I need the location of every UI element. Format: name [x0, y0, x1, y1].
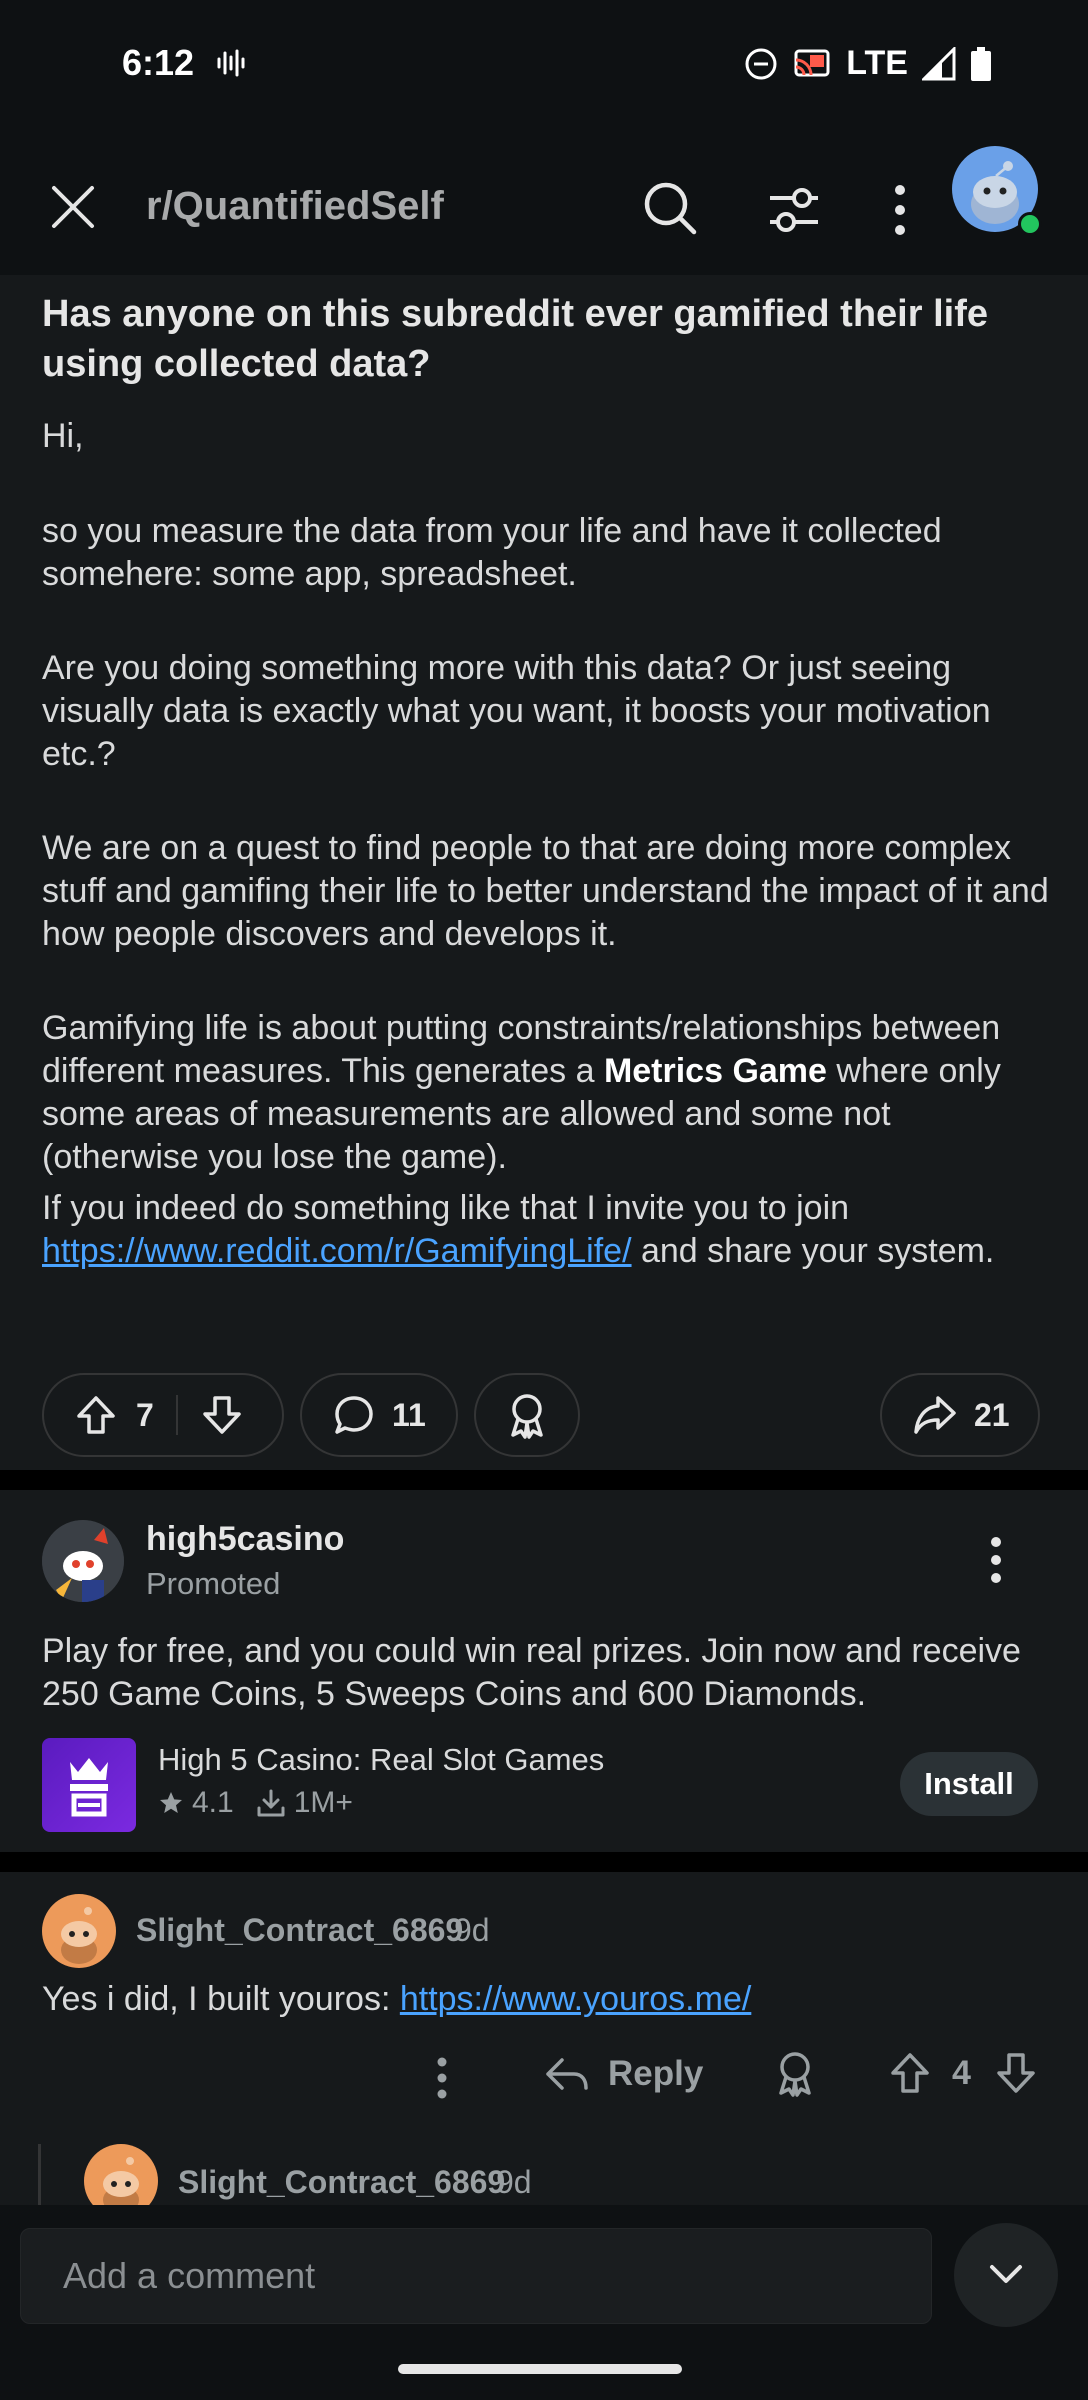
network-type: LTE: [846, 44, 908, 82]
section-divider: [0, 1852, 1088, 1872]
award-icon[interactable]: [772, 2048, 818, 2098]
promoted-post: high5casino Promoted Play for free, and …: [0, 1490, 1088, 1852]
jump-to-next-button[interactable]: [954, 2223, 1058, 2327]
app-meta: 4.1 1M+: [158, 1786, 353, 1820]
chevron-down-icon: [990, 2265, 1022, 2283]
comment-vote-count: 4: [952, 2054, 971, 2092]
post-title: Has anyone on this subreddit ever gamifi…: [42, 293, 988, 385]
comment-age: 9d: [496, 2164, 532, 2200]
bold-text: Metrics Game: [603, 1052, 827, 1090]
close-icon[interactable]: [48, 182, 98, 232]
more-options-icon[interactable]: [880, 180, 920, 240]
subreddit-name[interactable]: r/QuantifiedSelf: [146, 184, 444, 229]
search-icon[interactable]: [640, 178, 700, 238]
share-count: 21: [974, 1396, 1010, 1433]
comment-count: 11: [392, 1396, 426, 1433]
more-options-icon[interactable]: [978, 1532, 1014, 1588]
comment-icon: [335, 1396, 373, 1434]
promoted-label: Promoted: [146, 1566, 281, 1601]
downvote-icon[interactable]: [200, 1393, 244, 1437]
app-rating: 4.1: [192, 1786, 234, 1819]
audio-wave-icon: [217, 49, 245, 77]
filter-sort-icon[interactable]: [764, 180, 824, 240]
upvote-icon[interactable]: [74, 1393, 118, 1437]
cast-icon: [794, 49, 830, 76]
post-paragraph: Gamifying life is about putting constrai…: [42, 1009, 1001, 1176]
comments-button[interactable]: 11: [300, 1373, 458, 1457]
casino-app-icon: [70, 1758, 108, 1817]
install-button[interactable]: Install: [900, 1752, 1038, 1816]
comment-username[interactable]: Slight_Contract_6869: [136, 1912, 463, 1949]
share-button[interactable]: 21: [880, 1373, 1040, 1457]
app-downloads: 1M+: [293, 1786, 353, 1819]
snoo-avatar-icon: [61, 1907, 97, 1964]
more-options-icon[interactable]: [424, 2050, 460, 2106]
add-comment-input[interactable]: Add a comment: [20, 2228, 932, 2324]
comment-username[interactable]: Slight_Contract_6869: [178, 2164, 505, 2201]
post-paragraph: If you indeed do something like that I i…: [42, 1189, 995, 1270]
reply-label: Reply: [608, 2054, 704, 2093]
status-time: 6:12: [122, 42, 195, 83]
section-divider: [0, 1470, 1088, 1490]
top-app-bar: r/QuantifiedSelf: [0, 140, 1088, 275]
vote-divider: [175, 1395, 178, 1435]
reply-button[interactable]: Reply: [544, 2052, 703, 2096]
comment-body: Yes i did, I built youros: https://www.y…: [42, 1980, 752, 2018]
post-paragraph: Are you doing something more with this d…: [42, 649, 991, 773]
commenter-avatar[interactable]: [42, 1894, 116, 1968]
vote-count: 7: [136, 1396, 154, 1433]
advertiser-avatar[interactable]: [42, 1520, 124, 1602]
status-bar: 6:12 LTE: [0, 0, 1088, 140]
snoo-avatar-icon: [42, 1520, 124, 1602]
download-icon: [257, 1789, 285, 1817]
add-comment-placeholder: Add a comment: [63, 2255, 316, 2296]
do-not-disturb-icon: [745, 48, 777, 79]
post-paragraph: We are on a quest to find people to that…: [42, 829, 1049, 953]
star-icon: [160, 1792, 182, 1813]
post-paragraph: so you measure the data from your life a…: [42, 512, 942, 593]
ad-text: Play for free, and you could win real pr…: [42, 1632, 1021, 1713]
share-icon: [914, 1396, 956, 1434]
app-icon[interactable]: [42, 1738, 136, 1832]
downvote-icon[interactable]: [994, 2050, 1038, 2096]
award-icon: [511, 1394, 543, 1439]
post-link[interactable]: https://www.reddit.com/r/GamifyingLife/: [42, 1232, 632, 1270]
reply-icon: [546, 2058, 588, 2090]
online-status-dot: [1018, 212, 1042, 236]
post-paragraph: Hi,: [42, 417, 84, 455]
signal-icon: [922, 46, 956, 80]
battery-icon: [971, 46, 991, 81]
post-card: Has anyone on this subreddit ever gamifi…: [0, 275, 1088, 1470]
upvote-icon[interactable]: [888, 2050, 932, 2096]
advertiser-name[interactable]: high5casino: [146, 1520, 344, 1559]
comment-link[interactable]: https://www.youros.me/: [400, 1980, 751, 2018]
gesture-home-bar[interactable]: [398, 2364, 682, 2374]
award-button[interactable]: [474, 1373, 580, 1457]
comment-age: 9d: [454, 1912, 490, 1948]
vote-pill: 7: [42, 1373, 284, 1457]
comments-section: Slight_Contract_6869 9d Yes i did, I bui…: [0, 1872, 1088, 2244]
app-name[interactable]: High 5 Casino: Real Slot Games: [158, 1742, 604, 1778]
